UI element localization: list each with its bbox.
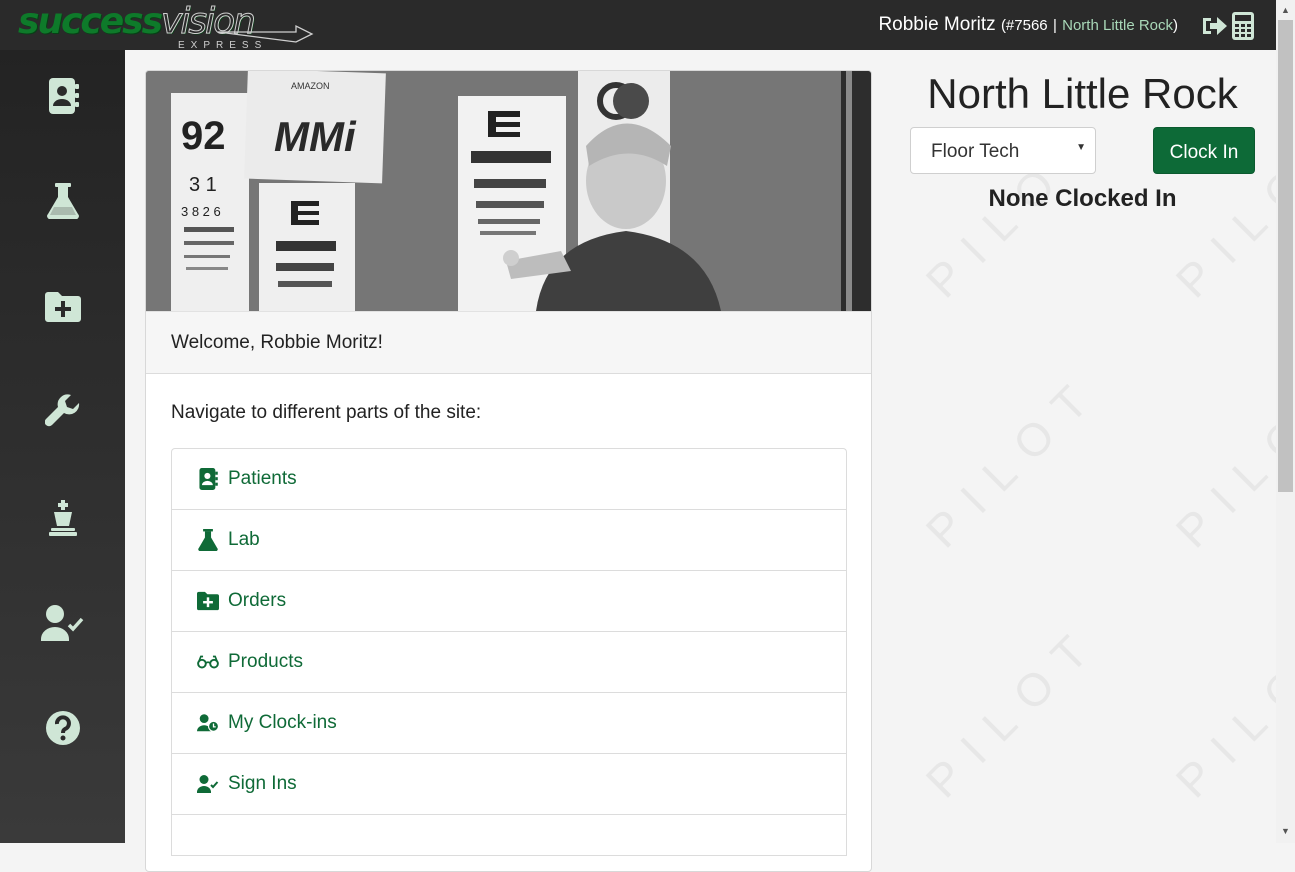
sidebar-item-admin[interactable] xyxy=(37,492,89,544)
nav-item-patients[interactable]: Patients xyxy=(172,449,846,510)
dashboard-card: 92 3 1 3 8 2 6 AMAZON MMi Welcome, Robbi… xyxy=(145,70,872,872)
sidebar-item-orders[interactable] xyxy=(37,281,89,333)
nav-item-lab[interactable]: Lab xyxy=(172,510,846,571)
clock-in-button[interactable]: Clock In xyxy=(1153,127,1255,174)
nav-list: Patients Lab Orders Products My Clock-in… xyxy=(171,448,847,856)
sidebar-item-tools[interactable] xyxy=(37,386,89,438)
scroll-down-icon[interactable]: ▼ xyxy=(1281,826,1290,836)
hero-poster-small: AMAZON xyxy=(291,81,330,91)
hero-chart-number: 92 xyxy=(181,114,226,158)
location-title: North Little Rock xyxy=(927,70,1238,117)
flask-icon xyxy=(198,529,218,551)
nav-item-my-clock-ins[interactable]: My Clock-ins xyxy=(172,693,846,754)
question-circle-icon xyxy=(46,711,80,745)
hero-chart-row2: 3 1 xyxy=(189,174,217,196)
wrench-icon xyxy=(45,394,80,427)
sidebar-item-help[interactable] xyxy=(37,702,89,754)
flask-icon xyxy=(47,183,79,219)
role-select[interactable]: Floor Tech ▼ xyxy=(910,127,1096,174)
watermark: PILOT xyxy=(915,613,1111,808)
scrollbar[interactable]: ▲ ▼ xyxy=(1276,0,1295,843)
nav-item-more[interactable] xyxy=(172,815,846,856)
hero-chart-row3: 3 8 2 6 xyxy=(181,204,221,219)
calculator-icon[interactable] xyxy=(1232,12,1254,40)
scroll-up-icon[interactable]: ▲ xyxy=(1281,5,1290,15)
nav-item-label: Sign Ins xyxy=(228,773,297,794)
sidebar xyxy=(0,50,125,843)
user-name: Robbie Moritz xyxy=(878,14,996,35)
sidebar-item-lab[interactable] xyxy=(37,175,89,227)
address-book-icon xyxy=(49,78,79,114)
hero-poster-text: MMi xyxy=(274,113,357,160)
logo[interactable]: successvision EXPRESS xyxy=(18,1,318,51)
nav-item-label: Lab xyxy=(228,529,260,550)
address-book-icon xyxy=(199,468,218,490)
logo-arrow-icon xyxy=(218,24,314,43)
sidebar-item-patients[interactable] xyxy=(37,70,89,122)
nav-item-label: Orders xyxy=(228,590,287,611)
scroll-thumb[interactable] xyxy=(1278,20,1293,492)
hero-image: 92 3 1 3 8 2 6 AMAZON MMi xyxy=(146,71,871,311)
user-info: Robbie Moritz (#7566 | North Little Rock… xyxy=(878,14,1178,36)
nav-item-orders[interactable]: Orders xyxy=(172,571,846,632)
clocked-in-status: None Clocked In xyxy=(988,185,1177,212)
nav-item-sign-ins[interactable]: Sign Ins xyxy=(172,754,846,815)
user-location-link[interactable]: North Little Rock xyxy=(1062,17,1173,34)
chevron-down-icon: ▼ xyxy=(1076,142,1086,153)
logout-icon[interactable] xyxy=(1200,13,1228,39)
chess-king-icon xyxy=(49,500,77,536)
top-bar: successvision EXPRESS Robbie Moritz (#75… xyxy=(0,0,1295,51)
user-close-paren: ) xyxy=(1173,17,1178,34)
logo-success: success xyxy=(18,1,163,42)
folder-plus-icon xyxy=(45,292,81,322)
nav-item-label: Patients xyxy=(228,468,297,489)
hero-photo: 92 3 1 3 8 2 6 AMAZON MMi xyxy=(146,71,871,311)
user-id: (#7566 xyxy=(1000,17,1048,34)
sidebar-item-sign-ins[interactable] xyxy=(37,597,89,649)
folder-plus-icon xyxy=(197,591,219,611)
user-check-icon xyxy=(197,775,219,793)
nav-intro: Navigate to different parts of the site: xyxy=(171,402,482,423)
user-separator: | xyxy=(1052,17,1057,34)
nav-item-label: Products xyxy=(228,651,303,672)
user-check-icon xyxy=(41,605,84,641)
role-select-value: Floor Tech xyxy=(931,141,1020,162)
glasses-icon xyxy=(197,655,219,669)
nav-item-label: My Clock-ins xyxy=(228,712,337,733)
nav-item-products[interactable]: Products xyxy=(172,632,846,693)
user-clock-icon xyxy=(197,714,219,732)
welcome-message: Welcome, Robbie Moritz! xyxy=(146,311,871,374)
watermark: PILOT xyxy=(915,363,1111,558)
